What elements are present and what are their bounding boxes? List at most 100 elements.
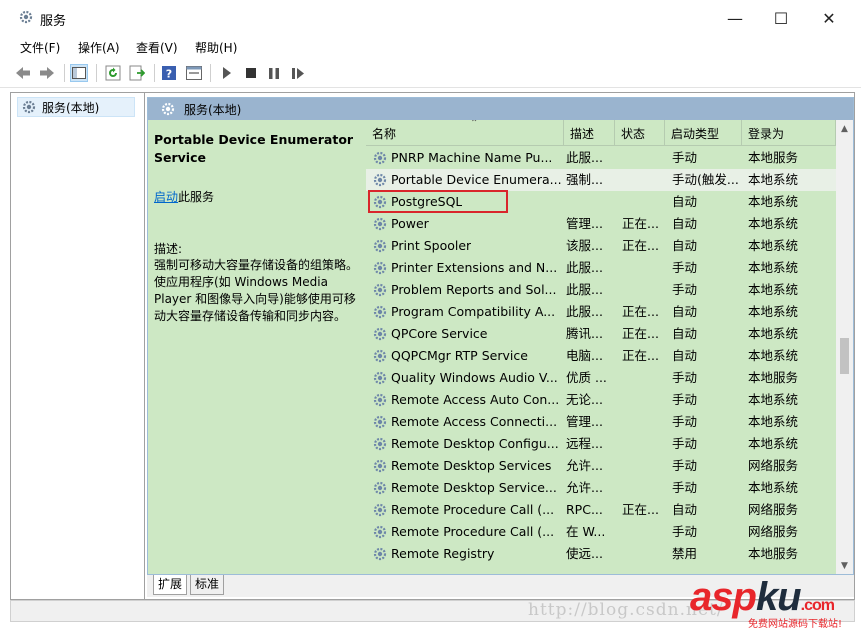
vertical-scrollbar[interactable]: ▲ ▼ (836, 120, 853, 574)
table-row[interactable]: Remote Access Auto Con... 无论... 手动 本地系统 (366, 389, 836, 411)
service-logon: 本地系统 (748, 392, 799, 407)
service-status: 正在... (622, 502, 659, 517)
table-row[interactable]: Problem Reports and Sol... 此服... 手动 本地系统 (366, 279, 836, 301)
toolbar: ? (0, 58, 861, 88)
service-name: Quality Windows Audio V... (372, 367, 562, 389)
play-icon[interactable] (218, 64, 236, 82)
table-row[interactable]: Print Spooler 该服... 正在... 自动 本地系统 (366, 235, 836, 257)
service-status (622, 279, 662, 301)
service-logon: 本地系统 (748, 348, 799, 363)
service-logon: 本地系统 (748, 238, 799, 253)
watermark-tagline: 免费网站源码下载站! (748, 619, 843, 630)
table-row[interactable]: Remote Procedure Call (... RPC... 正在... 自动 网… (366, 499, 836, 521)
service-name: Problem Reports and Sol... (372, 279, 562, 301)
service-status (622, 521, 662, 543)
column-description[interactable]: 描述 (564, 120, 615, 146)
service-gear-icon (373, 217, 387, 231)
service-startup-type: 手动 (672, 370, 698, 385)
service-status: 正在... (622, 304, 659, 319)
service-startup-type: 手动 (672, 392, 698, 407)
service-status (622, 455, 662, 477)
tab-extended[interactable]: 扩展 (153, 575, 188, 595)
minimize-button[interactable]: — (712, 0, 758, 36)
service-logon: 网络服务 (748, 502, 799, 517)
start-link[interactable]: 启动 (154, 190, 178, 204)
service-gear-icon (373, 481, 387, 495)
service-gear-icon (373, 503, 387, 517)
service-description: 该服... (566, 238, 603, 253)
table-row[interactable]: Remote Procedure Call (... 在 W... 手动 网络服务 (366, 521, 836, 543)
table-row[interactable]: Program Compatibility A... 此服... 正在... 自动 本地… (366, 301, 836, 323)
column-status[interactable]: 状态 (615, 120, 665, 146)
title-bar: 服务 — ☐ ✕ (0, 0, 861, 36)
service-status (622, 433, 662, 455)
close-button[interactable]: ✕ (806, 0, 852, 36)
refresh-icon[interactable] (104, 64, 122, 82)
service-logon: 本地系统 (748, 194, 799, 209)
menu-view[interactable]: 查看(V) (136, 39, 178, 56)
table-row[interactable]: Power 管理... 正在... 自动 本地系统 (366, 213, 836, 235)
menu-file[interactable]: 文件(F) (20, 39, 60, 56)
column-startup-type[interactable]: 启动类型 (665, 120, 742, 146)
restart-icon[interactable] (289, 64, 307, 82)
services-pane: 服务(本地) Portable Device Enumerator Servic… (147, 97, 854, 575)
table-row[interactable]: Remote Registry 使远... 禁用 本地服务 (366, 543, 836, 565)
service-startup-type: 手动 (672, 436, 698, 451)
services-gear-icon (161, 102, 175, 116)
maximize-button[interactable]: ☐ (758, 0, 804, 36)
service-description: 远程... (566, 436, 603, 451)
export-list-icon[interactable] (128, 64, 146, 82)
column-log-on-as[interactable]: 登录为 (742, 120, 836, 146)
table-row[interactable]: Remote Access Connecti... 管理... 手动 本地系统 (366, 411, 836, 433)
service-gear-icon (373, 283, 387, 297)
service-gear-icon (373, 349, 387, 363)
service-status (622, 411, 662, 433)
menu-action[interactable]: 操作(A) (78, 39, 120, 56)
service-name: Remote Registry (372, 543, 562, 565)
service-description: 无论... (566, 392, 603, 407)
main-frame: 服务(本地) 服务(本地) Portable Device Enumerator… (10, 92, 855, 600)
table-row[interactable]: QPCore Service 腾讯... 正在... 自动 本地系统 (366, 323, 836, 345)
help-icon[interactable]: ? (160, 64, 178, 82)
properties-icon[interactable] (185, 64, 203, 82)
services-gear-icon (22, 100, 36, 114)
menu-help[interactable]: 帮助(H) (195, 39, 237, 56)
tree-item-services-local[interactable]: 服务(本地) (17, 97, 135, 117)
service-name: Remote Desktop Configu... (372, 433, 562, 455)
scroll-down-icon[interactable]: ▼ (836, 557, 853, 574)
service-gear-icon (373, 371, 387, 385)
show-hide-tree-icon[interactable] (70, 64, 88, 82)
scroll-thumb[interactable] (840, 338, 849, 374)
table-row[interactable]: Remote Desktop Services 允许... 手动 网络服务 (366, 455, 836, 477)
service-status (622, 367, 662, 389)
table-row[interactable]: Portable Device Enumera... 强制... 手动(触发... 本… (366, 169, 836, 191)
stop-icon[interactable] (242, 64, 260, 82)
service-logon: 网络服务 (748, 524, 799, 539)
service-name: Remote Desktop Service... (372, 477, 562, 499)
service-logon: 本地系统 (748, 282, 799, 297)
table-row[interactable]: Printer Extensions and N... 此服... 手动 本地系统 (366, 257, 836, 279)
column-name[interactable]: 名称 ⌃ (366, 120, 564, 146)
service-description: 此服... (566, 304, 603, 319)
service-name: QPCore Service (372, 323, 562, 345)
tree-item-label: 服务(本地) (42, 100, 100, 115)
forward-arrow-icon[interactable] (38, 64, 56, 82)
service-logon: 本地系统 (748, 216, 799, 231)
table-row[interactable]: Quality Windows Audio V... 优质 ... 手动 本地服务 (366, 367, 836, 389)
service-name: QQPCMgr RTP Service (372, 345, 562, 367)
service-gear-icon (373, 547, 387, 561)
service-status: 正在... (622, 348, 659, 363)
menu-bar: 文件(F) 操作(A) 查看(V) 帮助(H) (0, 36, 861, 58)
table-row[interactable]: PNRP Machine Name Pu... 此服... 手动 本地服务 (366, 147, 836, 169)
table-row[interactable]: Remote Desktop Configu... 远程... 手动 本地系统 (366, 433, 836, 455)
pause-icon[interactable] (265, 64, 283, 82)
service-description: 电脑... (566, 348, 603, 363)
service-name: Remote Procedure Call (... (372, 521, 562, 543)
list-header: 名称 ⌃ 描述 状态 启动类型 登录为 (366, 120, 836, 146)
tab-standard[interactable]: 标准 (190, 575, 225, 595)
service-gear-icon (373, 305, 387, 319)
table-row[interactable]: Remote Desktop Service... 允许... 手动 本地系统 (366, 477, 836, 499)
back-arrow-icon[interactable] (14, 64, 32, 82)
scroll-up-icon[interactable]: ▲ (836, 120, 853, 137)
table-row[interactable]: QQPCMgr RTP Service 电脑... 正在... 自动 本地系统 (366, 345, 836, 367)
